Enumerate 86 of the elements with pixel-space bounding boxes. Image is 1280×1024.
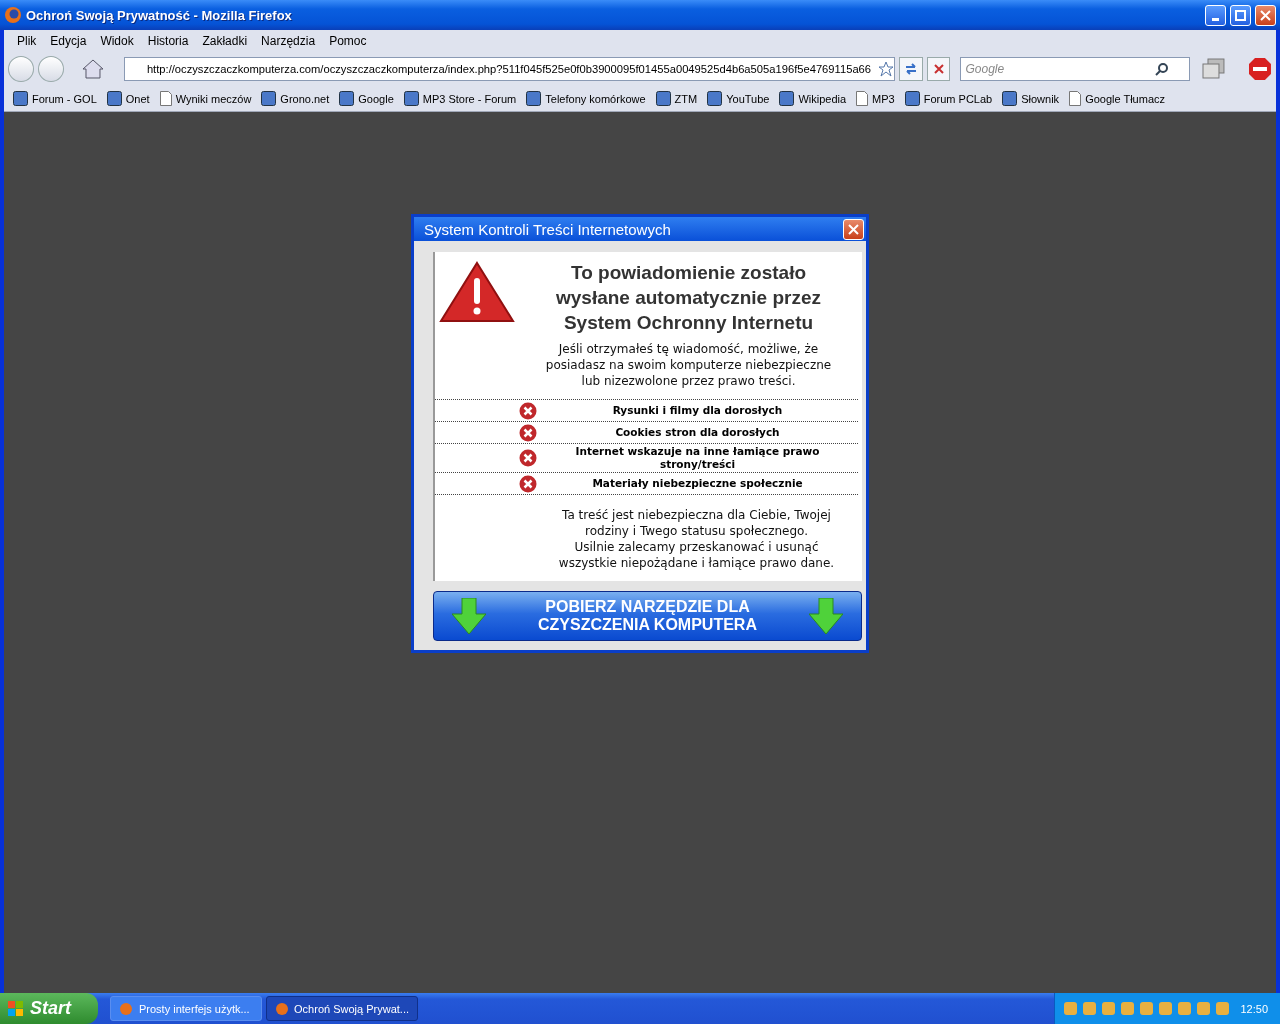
favicon-icon xyxy=(106,91,122,106)
minimize-button[interactable] xyxy=(1205,4,1226,26)
search-icon[interactable] xyxy=(1155,62,1170,76)
tray-icon[interactable] xyxy=(1120,1001,1136,1016)
favicon-icon xyxy=(779,91,795,106)
menu-item[interactable]: Edycja xyxy=(43,34,94,48)
dialog-close-button[interactable] xyxy=(843,218,864,240)
warning-icon xyxy=(439,260,515,324)
star-icon[interactable] xyxy=(877,61,894,77)
menu-item[interactable]: Zakładki xyxy=(195,34,255,48)
dialog-title: System Kontroli Treści Internetowych xyxy=(424,220,672,238)
taskbar-button[interactable]: Prosty interfejs użytk... xyxy=(110,996,262,1021)
tray-icon[interactable] xyxy=(1082,1001,1098,1016)
favicon-icon xyxy=(707,91,723,106)
bookmark-item[interactable]: MP3 Store - Forum xyxy=(398,91,522,106)
back-button[interactable] xyxy=(8,56,34,82)
favicon-icon xyxy=(403,91,419,106)
close-button[interactable] xyxy=(1255,4,1276,26)
menu-item[interactable]: Narzędzia xyxy=(254,34,323,48)
tray-icon[interactable] xyxy=(1063,1001,1079,1016)
favicon-icon xyxy=(904,91,920,106)
bookmark-item[interactable]: Onet xyxy=(101,91,155,106)
bookmark-item[interactable]: YouTube xyxy=(702,91,775,106)
favicon-icon xyxy=(261,91,277,106)
tray-icon[interactable] xyxy=(1158,1001,1174,1016)
search-bar[interactable]: Google xyxy=(960,57,1191,81)
bookmark-item[interactable]: Forum PCLab xyxy=(899,91,998,106)
threat-item: Internet wskazuje na inne łamiące prawo strony/treści xyxy=(574,444,821,472)
bookmark-item[interactable]: Wikipedia xyxy=(774,91,852,106)
down-arrow-icon xyxy=(809,598,843,634)
close-icon xyxy=(1260,9,1271,21)
page-icon xyxy=(856,91,869,106)
threat-item: Rysunki i filmy dla dorosłych xyxy=(611,403,784,418)
menu-item[interactable]: Historia xyxy=(140,34,196,48)
favicon-icon xyxy=(13,91,28,106)
alert-heading: To powiadomienie zostało wysłane automatycznie przez System Ochronny Internetu xyxy=(554,261,822,335)
close-icon xyxy=(848,223,859,235)
app-icon xyxy=(119,1001,133,1016)
address-field[interactable]: http://oczyszczaczkomputerza.com/oczyszczaczkomputerza/index.php?511f045f525e0f0b3900095f01455a0049525d4b6a505a196f5e4769115a66 xyxy=(123,57,895,81)
bookmark-item[interactable]: Wyniki meczów xyxy=(154,91,257,106)
error-icon xyxy=(519,401,537,420)
favicon-icon xyxy=(655,91,671,106)
stop-button[interactable] xyxy=(926,57,951,81)
bookmark-item[interactable]: Google Tłumacz xyxy=(1064,91,1170,106)
window-title: Ochroń Swoją Prywatność - Mozilla Firefox xyxy=(26,7,293,23)
threat-item: Cookies stron dla dorosłych xyxy=(614,425,781,440)
reload-button[interactable] xyxy=(898,57,923,81)
tray-icon[interactable] xyxy=(1196,1001,1212,1016)
windows-icon[interactable] xyxy=(1202,58,1227,80)
warning-text: Ta treść jest niebezpieczna dla Ciebie, Twojej rodziny i Twego statusu społecznego. Usilnie zalecamy przeskanować i usunąć wszystkie niepożądane i łamiące prawo dane. xyxy=(557,507,836,571)
maximize-button[interactable] xyxy=(1230,4,1251,26)
taskbar-button[interactable]: Ochroń Swoją Prywat... xyxy=(266,996,418,1021)
bookmark-item[interactable]: Słownik xyxy=(997,91,1065,106)
bookmark-item[interactable]: Forum - GOL xyxy=(8,91,102,106)
stop-icon xyxy=(932,63,945,75)
error-icon xyxy=(519,423,537,442)
bookmark-item[interactable]: Telefony komórkowe xyxy=(521,91,651,106)
clock: 12:50 xyxy=(1240,1002,1268,1015)
forward-button[interactable] xyxy=(37,56,64,82)
favicon-icon xyxy=(339,91,355,106)
tray-icon[interactable] xyxy=(1215,1001,1231,1016)
maximize-icon xyxy=(1235,9,1246,21)
bookmark-item[interactable]: Google xyxy=(334,91,399,106)
bookmark-item[interactable]: Grono.net xyxy=(256,91,335,106)
favicon-icon xyxy=(526,91,542,106)
tray-icon[interactable] xyxy=(1101,1001,1117,1016)
reload-icon xyxy=(903,62,918,76)
app-icon xyxy=(275,1001,289,1016)
menu-item[interactable]: Widok xyxy=(93,34,141,48)
threat-item: Materiały niebezpieczne społecznie xyxy=(591,476,804,491)
minimize-icon xyxy=(1212,17,1219,21)
intro-text: Jeśli otrzymałeś tę wiadomość, możliwe, że posiadasz na swoim komputerze niebezpieczne lub nizezwolone przez prawo treści. xyxy=(544,341,833,389)
tray-icon[interactable] xyxy=(1139,1001,1155,1016)
home-icon[interactable] xyxy=(81,59,104,79)
error-icon xyxy=(519,449,537,467)
page-icon xyxy=(1069,91,1082,106)
down-arrow-icon xyxy=(452,598,486,634)
bookmark-item[interactable]: ZTM xyxy=(650,91,703,106)
tray-icon[interactable] xyxy=(1177,1001,1193,1016)
download-button[interactable]: POBIERZ NARZĘDZIE DLA CZYSZCZENIA KOMPUTERA xyxy=(433,591,862,641)
page-icon xyxy=(159,91,172,106)
menu-item[interactable]: Plik xyxy=(10,34,44,48)
error-icon xyxy=(519,474,537,493)
menu-item[interactable]: Pomoc xyxy=(322,34,374,48)
bookmark-item[interactable]: MP3 xyxy=(851,91,900,106)
favicon-icon xyxy=(1002,91,1018,106)
